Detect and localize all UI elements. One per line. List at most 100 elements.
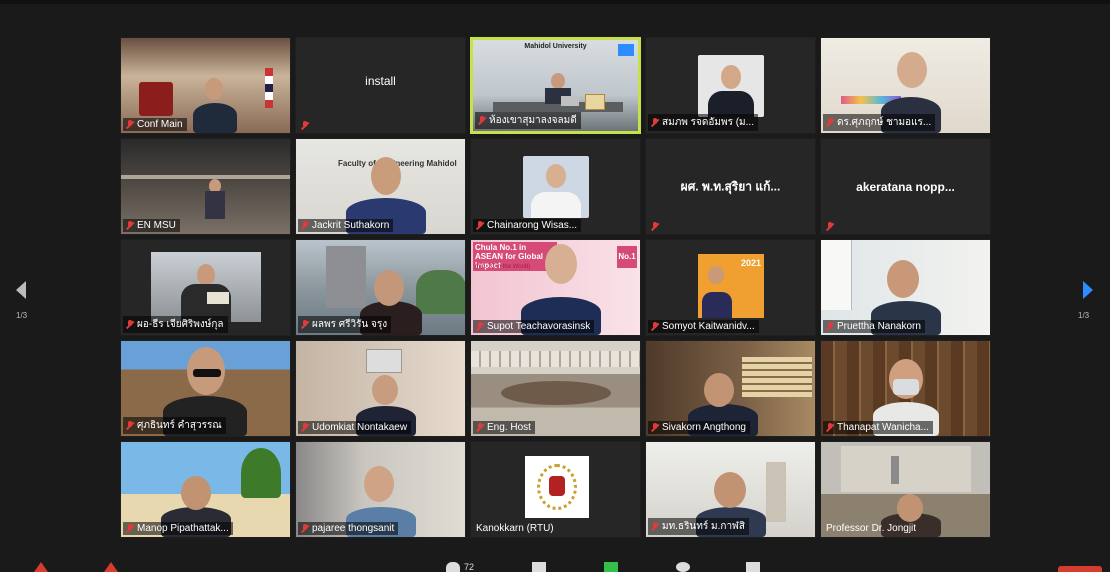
lamp: [891, 456, 899, 484]
person-head: [714, 472, 746, 508]
participant-tile[interactable]: Chainarong Wisas...: [470, 138, 641, 235]
participant-tile[interactable]: ผศ. พ.ท.สุริยา แก้...: [645, 138, 816, 235]
person-head: [704, 373, 734, 407]
end-meeting-button[interactable]: [1058, 566, 1102, 572]
page-indicator-left: 1/3: [16, 311, 28, 320]
name-label: Manop Pipathattak...: [123, 522, 233, 535]
name-label: EN MSU: [123, 219, 180, 232]
mute-mic-icon[interactable]: [34, 562, 48, 572]
participant-tile[interactable]: Faculty of Engineering Mahidol Jackrit S…: [295, 138, 466, 235]
muted-mic-icon: [301, 320, 309, 329]
poster: [742, 357, 812, 397]
muted-mic-icon: [301, 221, 309, 230]
chat-icon[interactable]: [532, 562, 546, 572]
muted-mic-icon: [476, 221, 484, 230]
flag: [265, 68, 273, 108]
muted-mic-icon: [651, 423, 659, 432]
name-label: Eng. Host: [473, 421, 535, 434]
name-label: Pruettha Nanakorn: [823, 320, 925, 333]
participant-name-center: install: [365, 73, 396, 88]
muted-mic-icon: [478, 116, 486, 125]
participant-tile[interactable]: ผอ-ธีร เจียศิริพงษ์กุล: [120, 239, 291, 336]
person-head: [897, 494, 923, 522]
participant-tile[interactable]: akeratana nopp...: [820, 138, 991, 235]
person-head: [887, 260, 919, 298]
participant-name-center: ผศ. พ.ท.สุริยา แก้...: [680, 179, 781, 193]
muted-mic-icon: [651, 118, 659, 127]
muted-mic-icon: [826, 118, 834, 127]
muted-mic-icon: [651, 322, 659, 331]
profile-picture: [522, 155, 589, 218]
participant-tile[interactable]: pajaree thongsanit: [295, 441, 466, 538]
stop-video-icon[interactable]: [104, 562, 118, 572]
profile-picture: [525, 456, 589, 518]
window-blinds: [471, 351, 640, 367]
participant-tile[interactable]: มท.ธรินทร์ ม.กาฬสิ: [645, 441, 816, 538]
name-label: pajaree thongsanit: [298, 522, 399, 535]
reactions-icon[interactable]: [746, 562, 760, 572]
participant-tile[interactable]: สมภพ รจดอัมพร (ม...: [645, 37, 816, 134]
profile-picture: [697, 54, 764, 117]
name-label: Chainarong Wisas...: [473, 219, 582, 232]
participant-tile[interactable]: Sivakorn Angthong: [645, 340, 816, 437]
participant-tile[interactable]: Manop Pipathattak...: [120, 441, 291, 538]
name-label: Conf Main: [123, 118, 187, 131]
nameplate: [585, 94, 605, 110]
name-label: Jackrit Suthakorn: [298, 219, 394, 232]
participant-tile[interactable]: Professor Dr. Jongjit: [820, 441, 991, 538]
participant-tile[interactable]: ผลพร ศรีวิรัน จรุง: [295, 239, 466, 336]
next-page-arrow-icon[interactable]: [1081, 278, 1095, 302]
participant-tile[interactable]: Kanokkarn (RTU): [470, 441, 641, 538]
muted-mic-icon: [126, 421, 134, 430]
name-label: Professor Dr. Jongjit: [826, 523, 917, 534]
person-body: [193, 103, 237, 133]
participant-tile[interactable]: Udomkiat Nontakaew: [295, 340, 466, 437]
muted-mic-icon: [126, 221, 134, 230]
participant-tile-active-speaker[interactable]: Mahidol University ห้องเขาสุมาลงจลมดี: [470, 37, 641, 134]
muted-mic-icon: [126, 524, 134, 533]
window: [821, 240, 852, 310]
muted-mic-icon: [301, 121, 309, 130]
name-label: ศุภธินทร์ คำสุวรรณ: [123, 417, 226, 434]
banner-text: Mahidol University: [524, 43, 587, 50]
participant-tile[interactable]: ดร.ศุภฤกษ์ ชามอแร...: [820, 37, 991, 134]
participant-tile[interactable]: Conf Main: [120, 37, 291, 134]
participant-tile[interactable]: EN MSU: [120, 138, 291, 235]
participant-tile[interactable]: Pruettha Nanakorn: [820, 239, 991, 336]
participant-tile[interactable]: Eng. Host: [470, 340, 641, 437]
muted-mic-icon: [476, 322, 484, 331]
tree: [416, 270, 465, 314]
profile-picture: 2021: [698, 254, 764, 318]
logo-icon: [618, 44, 634, 56]
previous-page-arrow-icon[interactable]: [14, 278, 28, 302]
name-label: [648, 221, 663, 232]
muted-mic-icon: [651, 522, 659, 531]
stage-edge: [121, 175, 290, 179]
muted-mic-icon: [301, 524, 309, 533]
top-strip: [0, 0, 1110, 4]
participant-tile[interactable]: Thanapat Wanicha...: [820, 340, 991, 437]
person-head: [364, 466, 394, 502]
palm-tree: [241, 448, 281, 498]
person-head: [371, 157, 401, 195]
record-icon[interactable]: [676, 562, 690, 572]
name-label: [298, 120, 313, 131]
person-head: [372, 375, 398, 405]
person-head: [374, 270, 404, 306]
name-label: Thanapat Wanicha...: [823, 421, 933, 434]
person-head: [551, 73, 565, 89]
shelf: [766, 462, 786, 522]
share-screen-icon[interactable]: [604, 562, 618, 572]
year-badge: 2021: [740, 258, 761, 268]
participant-tile[interactable]: ศุภธินทร์ คำสุวรรณ: [120, 340, 291, 437]
name-label: สมภพ รจดอัมพร (ม...: [648, 114, 758, 131]
participant-tile[interactable]: 2021 Somyot Kaitwanidv...: [645, 239, 816, 336]
participants-icon[interactable]: [446, 562, 460, 572]
muted-mic-icon: [476, 423, 484, 432]
participant-tile[interactable]: install: [295, 37, 466, 134]
name-label: ห้องเขาสุมาลงจลมดี: [475, 112, 581, 129]
meeting-toolbar: 72: [0, 554, 1110, 572]
conference-table: [501, 381, 611, 405]
participant-tile[interactable]: Chula No.1 in ASEAN for Global Impact (N…: [470, 239, 641, 336]
banner-subtext: (No. 23 in the World): [475, 264, 531, 270]
